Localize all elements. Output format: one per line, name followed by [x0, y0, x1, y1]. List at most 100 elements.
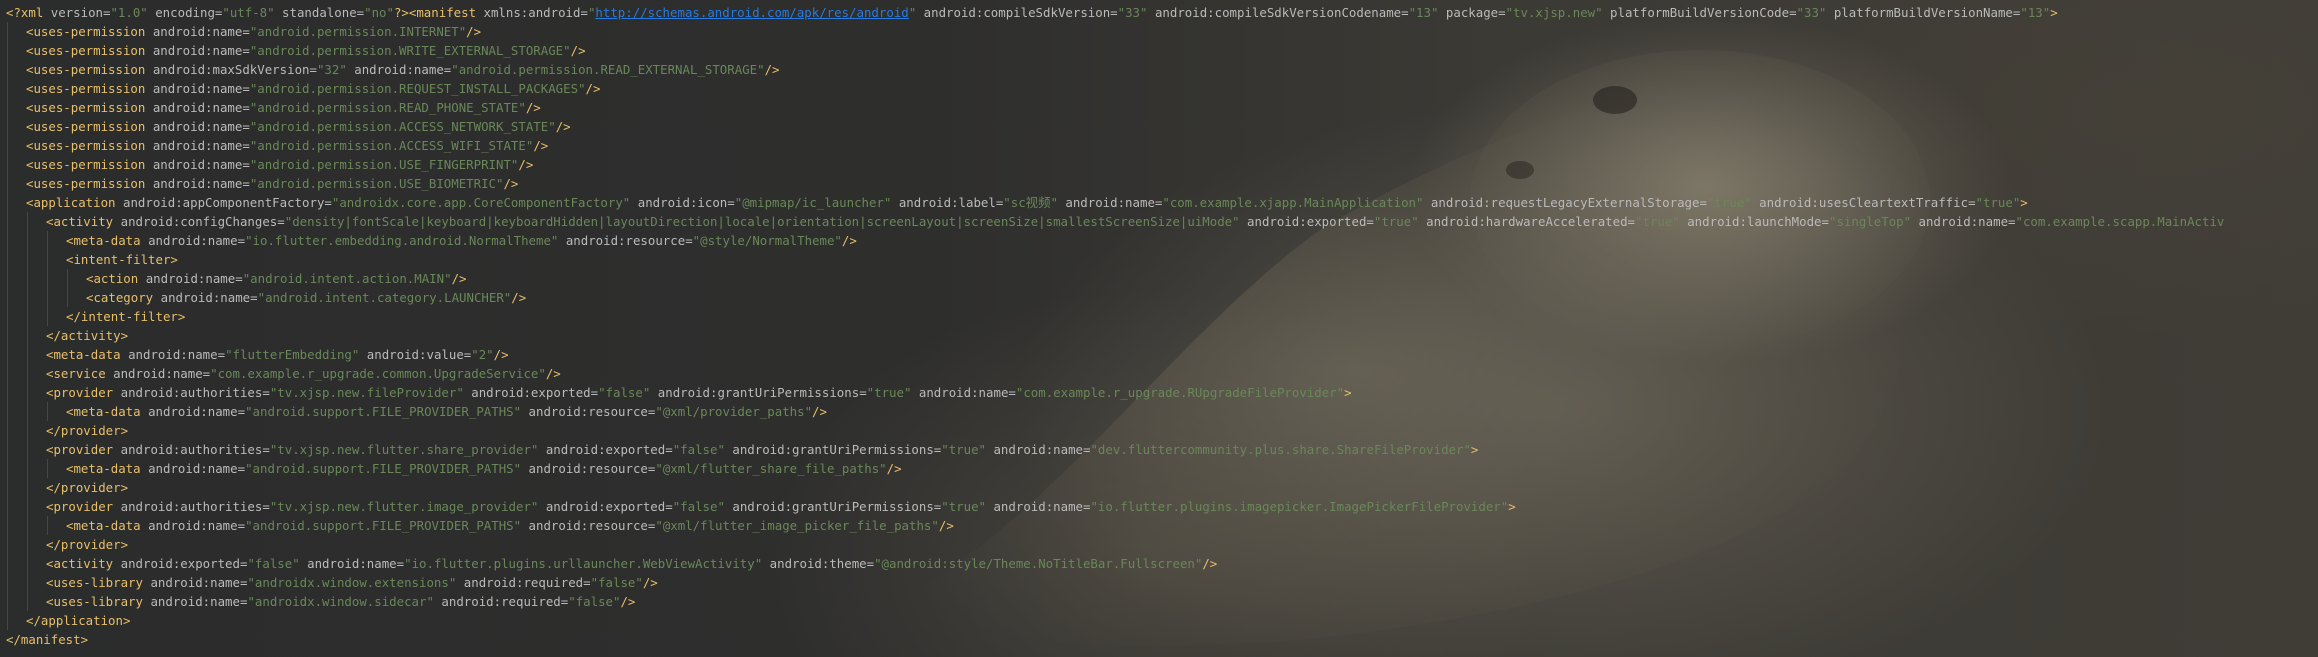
code-line[interactable]: <uses-permission android:name="android.p…	[0, 136, 2318, 155]
indent-guide	[7, 136, 8, 155]
indent-guide	[27, 383, 28, 402]
token-eq: =	[277, 214, 285, 229]
token-val: "no"	[364, 5, 394, 20]
code-line[interactable]: <uses-library android:name="androidx.win…	[0, 592, 2318, 611]
token-attr: android:name	[148, 233, 238, 248]
token-tag: />	[533, 138, 549, 153]
token-tag: </provider>	[46, 537, 129, 552]
code-line[interactable]: <category android:name="android.intent.c…	[0, 288, 2318, 307]
indent-guide	[7, 155, 8, 174]
indent-guide	[47, 269, 48, 288]
token-val: "utf-8"	[222, 5, 275, 20]
indent-guide	[7, 535, 8, 554]
code-line[interactable]: <uses-permission android:name="android.p…	[0, 117, 2318, 136]
indent-guide	[27, 459, 28, 478]
code-line[interactable]: <uses-library android:name="androidx.win…	[0, 573, 2318, 592]
code-line[interactable]: <meta-data android:name="android.support…	[0, 459, 2318, 478]
code-line[interactable]: <provider android:authorities="tv.xjsp.n…	[0, 497, 2318, 516]
token-eq: =	[242, 24, 250, 39]
indent-guide	[7, 592, 8, 611]
token-tag: />	[764, 62, 780, 77]
code-line[interactable]: <meta-data android:name="android.support…	[0, 402, 2318, 421]
token-val: "true"	[941, 442, 987, 457]
token-attr: android:name	[128, 347, 218, 362]
token-tag: />	[493, 347, 509, 362]
code-line[interactable]: <provider android:authorities="tv.xjsp.n…	[0, 440, 2318, 459]
code-line[interactable]: <activity android:exported = "false" andro…	[0, 554, 2318, 573]
code-line[interactable]: <uses-permission android:name="android.p…	[0, 41, 2318, 60]
token-val: "sc视频"	[1003, 195, 1058, 210]
token-val: "com.example.xjapp.MainApplication"	[1162, 195, 1424, 210]
indent-guide	[7, 79, 8, 98]
token-attr: android:authorities	[120, 442, 263, 457]
token-attr: android:exported	[538, 499, 666, 514]
code-line[interactable]: <uses-permission android:name="android.p…	[0, 98, 2318, 117]
indent-guide	[7, 478, 8, 497]
indent-guide	[27, 364, 28, 383]
code-line[interactable]: <meta-data android:name="io.flutter.embe…	[0, 231, 2318, 250]
token-attr: android:name	[299, 556, 397, 571]
token-attr: xmlns:android	[483, 5, 581, 20]
token-eq: =	[866, 556, 875, 571]
token-val: "1.0"	[110, 5, 148, 20]
token-tag: <activity	[46, 214, 121, 229]
code-line[interactable]: <action android:name="android.intent.act…	[0, 269, 2318, 288]
code-line[interactable]: </activity>	[0, 326, 2318, 345]
code-line[interactable]: <uses-permission android:name="android.p…	[0, 79, 2318, 98]
token-tag: <uses-permission	[26, 62, 153, 77]
token-val: "android.permission.READ_PHONE_STATE"	[249, 100, 526, 115]
token-val: "tv.xjsp.new.fileProvider"	[269, 385, 464, 400]
token-attr: android:appComponentFactory	[122, 195, 325, 210]
code-line[interactable]: <meta-data android:name="flutterEmbeddin…	[0, 345, 2318, 364]
code-line[interactable]: </provider>	[0, 478, 2318, 497]
token-val: "android.permission.USE_FINGERPRINT"	[249, 157, 519, 172]
code-line[interactable]: </intent-filter>	[0, 307, 2318, 326]
indent-guide	[7, 440, 8, 459]
token-tag: >	[2020, 195, 2028, 210]
token-eq: =	[1110, 5, 1118, 20]
indent-guide	[7, 22, 8, 41]
token-eq: =	[580, 5, 588, 20]
token-attr: android:name	[148, 404, 238, 419]
code-line[interactable]: <uses-permission android:name="android.p…	[0, 174, 2318, 193]
token-attr: android:value	[359, 347, 464, 362]
token-val: "singleTop"	[1828, 214, 1912, 229]
code-line[interactable]: <provider android:authorities="tv.xjsp.n…	[0, 383, 2318, 402]
token-attr: android:name	[986, 442, 1083, 457]
code-line[interactable]: <activity android:configChanges="density…	[0, 212, 2318, 231]
code-line[interactable]: <uses-permission android:name="android.p…	[0, 155, 2318, 174]
token-tag: />	[642, 575, 658, 590]
code-line[interactable]: <uses-permission android:maxSdkVersion="…	[0, 60, 2318, 79]
token-eq: =	[583, 575, 591, 590]
token-val: "com.example.r_upgrade.common.UpgradeSer…	[210, 366, 546, 381]
code-line[interactable]: </provider>	[0, 535, 2318, 554]
code-line[interactable]: <intent-filter>	[0, 250, 2318, 269]
indent-guide	[7, 307, 8, 326]
token-eq: =	[396, 556, 405, 571]
indent-guide	[7, 98, 8, 117]
token-attr: android:configChanges	[120, 214, 278, 229]
token-eq: =	[356, 5, 365, 20]
code-line[interactable]: </provider>	[0, 421, 2318, 440]
indent-guide	[7, 421, 8, 440]
token-eq: =	[237, 233, 246, 248]
token-eq: =	[237, 404, 246, 419]
token-tag: />	[451, 271, 467, 286]
code-line[interactable]: <?xml version = "1.0" encoding = "utf-8" sta…	[0, 3, 2318, 22]
token-attr: android:exported	[1239, 214, 1367, 229]
token-tag: />	[812, 404, 827, 419]
code-line[interactable]: </manifest>	[0, 630, 2318, 649]
token-val: "com.example.scapp.MainActiv	[2015, 214, 2225, 229]
token-val: "true"	[1373, 214, 1419, 229]
code-line[interactable]: <uses-permission android:name="android.p…	[0, 22, 2318, 41]
xml-source-code[interactable]: <?xml version = "1.0" encoding = "utf-8" sta…	[0, 3, 2318, 649]
code-line[interactable]: <meta-data android:name="android.support…	[0, 516, 2318, 535]
token-eq: =	[242, 100, 250, 115]
code-line[interactable]: <service android:name="com.example.r_upg…	[0, 364, 2318, 383]
code-line[interactable]: <application android:appComponentFactory…	[0, 193, 2318, 212]
code-editor[interactable]: <?xml version = "1.0" encoding = "utf-8" sta…	[0, 0, 2318, 657]
token-val: "true"	[941, 499, 987, 514]
token-attr: android:launchMode	[1679, 214, 1822, 229]
code-line[interactable]: </application>	[0, 611, 2318, 630]
token-val: "io.flutter.plugins.imagepicker.ImagePic…	[1090, 499, 1509, 514]
